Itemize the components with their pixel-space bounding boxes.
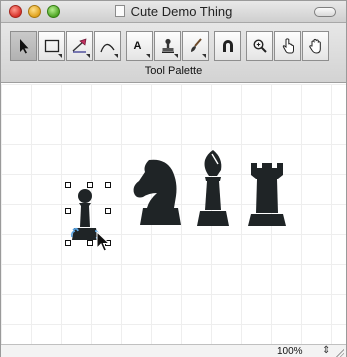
selection-handle-top-right[interactable] — [105, 182, 111, 188]
toolbar-toggle-button[interactable] — [314, 7, 336, 17]
status-bar: 100% ⇕ — [1, 344, 346, 357]
menu-indicator-icon — [146, 54, 150, 58]
menu-indicator-icon — [114, 54, 118, 58]
app-window: Cute Demo Thing A Tool Palette 100% ⇕ — [0, 0, 347, 357]
pen-icon — [72, 38, 86, 53]
arrow-tool[interactable] — [10, 31, 37, 61]
text-tool[interactable]: A — [126, 31, 153, 61]
curve-icon — [99, 43, 115, 53]
text-icon: A — [133, 40, 142, 52]
knight-piece[interactable] — [127, 156, 183, 228]
grab-hand-tool[interactable] — [302, 31, 329, 61]
mouse-cursor-icon — [96, 231, 110, 252]
bishop-piece[interactable] — [193, 148, 233, 228]
drawing-canvas[interactable] — [1, 84, 346, 344]
window-title: Cute Demo Thing — [130, 4, 233, 19]
menu-indicator-icon — [58, 54, 62, 58]
tool-palette: A — [10, 31, 330, 61]
selection-handle-bottom[interactable] — [87, 240, 93, 246]
resize-grip-icon[interactable] — [334, 347, 344, 357]
arrow-icon — [19, 39, 28, 54]
zoom-level[interactable]: 100% — [277, 346, 303, 357]
rectangle-icon — [44, 39, 59, 53]
document-icon — [114, 5, 125, 17]
pointer-hand-tool[interactable] — [274, 31, 301, 61]
window-title-group: Cute Demo Thing — [1, 4, 346, 19]
magnet-icon — [222, 40, 233, 52]
menu-indicator-icon — [174, 54, 178, 58]
menu-indicator-icon — [86, 54, 90, 58]
rook-piece[interactable] — [245, 160, 289, 228]
stamp-tool[interactable] — [154, 31, 181, 61]
magnifier-icon — [252, 39, 267, 53]
zoom-stepper-icon[interactable]: ⇕ — [322, 345, 330, 356]
title-bar[interactable]: Cute Demo Thing — [1, 1, 346, 23]
tool-palette-area: A Tool Palette — [1, 23, 346, 83]
pointing-hand-icon — [282, 38, 294, 54]
selection-handle-bottom-left[interactable] — [65, 240, 71, 246]
selection-handle-right[interactable] — [105, 208, 111, 214]
stamp-icon — [161, 38, 174, 53]
brush-icon — [190, 38, 202, 52]
open-hand-icon — [308, 38, 321, 54]
zoom-tool[interactable] — [246, 31, 273, 61]
rectangle-tool[interactable] — [38, 31, 65, 61]
pen-tool[interactable] — [66, 31, 93, 61]
magnet-tool[interactable] — [214, 31, 241, 61]
curve-tool[interactable] — [94, 31, 121, 61]
brush-tool[interactable] — [182, 31, 209, 61]
selection-handle-top-left[interactable] — [65, 182, 71, 188]
menu-indicator-icon — [202, 54, 206, 58]
selection-handle-left[interactable] — [65, 208, 71, 214]
selection-handle-top[interactable] — [87, 182, 93, 188]
palette-label: Tool Palette — [144, 65, 203, 77]
